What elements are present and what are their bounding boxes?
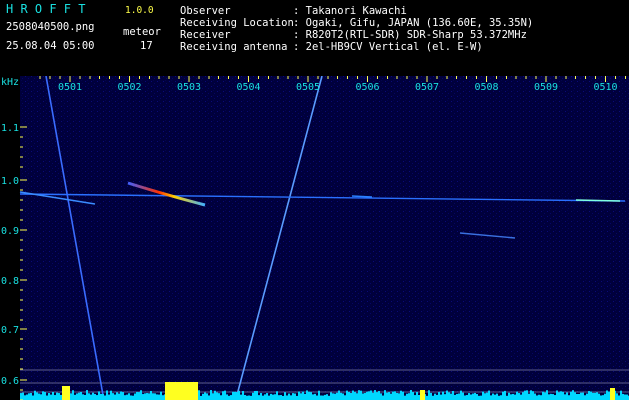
y-tick-label: 0.6 bbox=[1, 376, 19, 387]
header-panel: H R O F F T 1.0.0 2508040500.png meteor … bbox=[0, 0, 629, 76]
carrier-segment bbox=[351, 195, 373, 198]
x-tick-label: 0504 bbox=[237, 82, 261, 93]
info-value-location: : Ogaki, Gifu, JAPAN (136.60E, 35.35N) bbox=[293, 17, 534, 29]
file-datetime: 25.08.04 05:00 bbox=[6, 40, 95, 52]
x-tick-label: 0501 bbox=[58, 82, 82, 93]
info-label-location: Receiving Location bbox=[180, 17, 294, 29]
axis-unit-label: kHz bbox=[1, 77, 19, 88]
x-tick-label: 0510 bbox=[594, 82, 618, 93]
file-name: 2508040500.png bbox=[6, 21, 95, 33]
carrier-bright bbox=[575, 199, 621, 202]
info-value-observer: : Takanori Kawachi bbox=[293, 5, 407, 17]
app-title: H R O F F T bbox=[6, 2, 86, 16]
x-tick-label: 0503 bbox=[177, 82, 201, 93]
y-tick-label: 1.0 bbox=[1, 176, 19, 187]
info-value-antenna: : 2el-HB9CV Vertical (el. E-W) bbox=[293, 41, 483, 53]
y-tick-label: 0.9 bbox=[1, 226, 19, 237]
x-tick-label: 0506 bbox=[356, 82, 380, 93]
meteor-label: meteor bbox=[123, 26, 161, 38]
y-tick-label: 0.8 bbox=[1, 276, 19, 287]
y-tick-label: 0.7 bbox=[1, 325, 19, 336]
y-tick-label: 1.1 bbox=[1, 123, 19, 134]
x-tick-label: 0507 bbox=[415, 82, 439, 93]
info-label-receiver: Receiver bbox=[180, 29, 231, 41]
info-label-observer: Observer bbox=[180, 5, 231, 17]
x-tick-label: 0508 bbox=[475, 82, 499, 93]
x-tick-label: 0502 bbox=[118, 82, 142, 93]
meteor-count: 17 bbox=[140, 40, 153, 52]
x-tick-label: 0509 bbox=[534, 82, 558, 93]
x-tick-label: 0505 bbox=[296, 82, 320, 93]
app-version: 1.0.0 bbox=[125, 5, 154, 16]
spectrogram: kHz 1.1 1.0 0.9 0.8 0.7 0.6 0501 0502 0503 0504 0… bbox=[1, 76, 629, 400]
info-label-antenna: Receiving antenna bbox=[180, 41, 288, 53]
info-value-receiver: : R820T2(RTL-SDR) SDR-Sharp 53.372MHz bbox=[293, 29, 527, 41]
plot-background bbox=[20, 76, 629, 400]
